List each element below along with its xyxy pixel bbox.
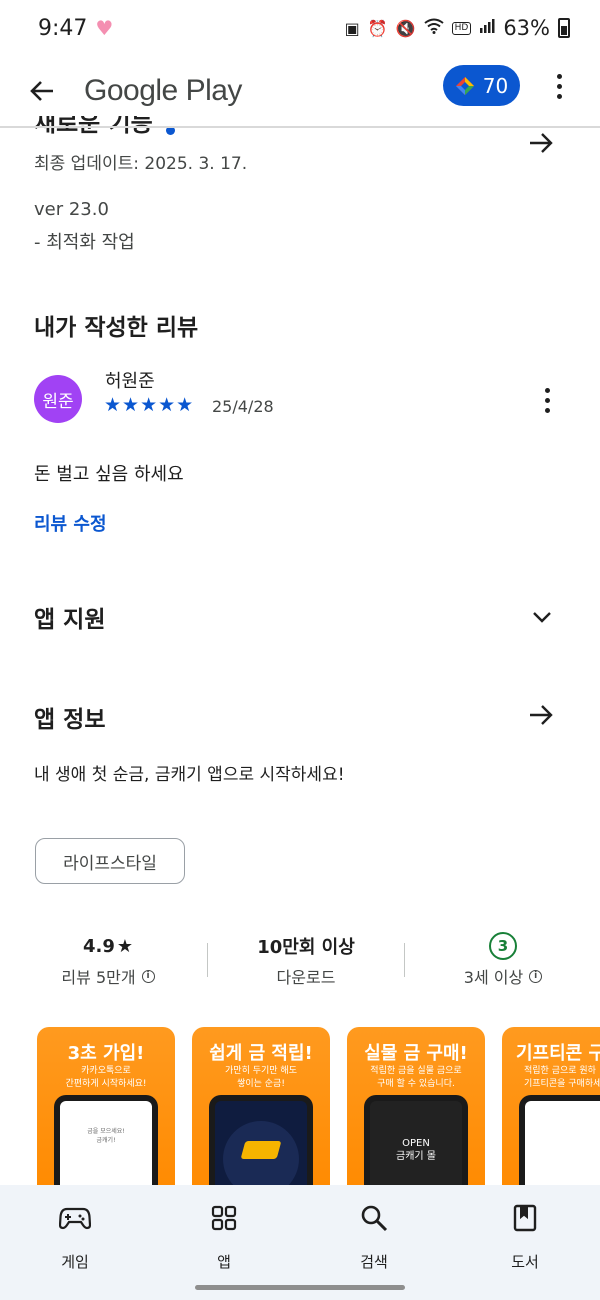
- phone-mockup: [209, 1095, 313, 1197]
- edit-review-link[interactable]: 리뷰 수정: [34, 510, 107, 536]
- phone-mockup: OPEN 금캐기 몰: [364, 1095, 468, 1197]
- screenshot-title: 3초 가입!: [67, 1043, 145, 1064]
- screenshot-title: 기프티콘 구: [516, 1043, 600, 1064]
- app-description: 내 생애 첫 순금, 금캐기 앱으로 시작하세요!: [34, 765, 345, 785]
- last-updated-text: 최종 업데이트: 2025. 3. 17.: [34, 154, 248, 174]
- apps-grid-icon: [211, 1205, 237, 1231]
- status-time: 9:47: [38, 15, 88, 41]
- star-icon: ★: [116, 935, 134, 957]
- rating-stat: 4.9 ★ 리뷰 5만개 i: [23, 930, 193, 988]
- update-note-text: - 최적화 작업: [34, 232, 135, 253]
- app-bar-divider: [0, 126, 600, 128]
- screenshot-title: 실물 금 구매!: [364, 1043, 468, 1064]
- reviewer-name: 허원준: [105, 371, 155, 392]
- app-info-arrow-icon[interactable]: [526, 700, 556, 730]
- nav-label: 게임: [61, 1253, 89, 1271]
- nav-item-games[interactable]: 게임: [35, 1201, 115, 1272]
- nav-item-apps[interactable]: 앱: [184, 1201, 264, 1272]
- phone-screen-text: 금을 모으세요! 금캐기!: [87, 1128, 125, 1144]
- more-options-button[interactable]: [544, 66, 574, 106]
- app-title: Google Play: [84, 74, 242, 107]
- phone-mockup: 금을 모으세요! 금캐기!: [54, 1095, 158, 1197]
- avatar: 원준: [34, 375, 82, 423]
- age-rating-badge: 3: [489, 932, 517, 960]
- category-chip[interactable]: 라이프스타일: [35, 838, 185, 884]
- phone-mockup: [519, 1095, 600, 1197]
- bottom-navigation: 게임 앱 검색 도서: [0, 1185, 600, 1300]
- screenshot-2[interactable]: 쉽게 금 적립! 가만히 두기만 해도 쌓이는 순금!: [192, 1027, 330, 1197]
- screenshot-4[interactable]: 기프티콘 구 적립한 금으로 원하 기프티콘을 구매하세: [502, 1027, 600, 1197]
- review-text: 돈 벌고 싶음 하세요: [34, 464, 184, 485]
- wifi-icon: [423, 18, 444, 38]
- screenshot-subtitle: 가만히 두기만 해도 쌓이는 순금!: [225, 1066, 297, 1089]
- downloads-value: 10만회 이상: [257, 937, 355, 958]
- nav-label: 앱: [217, 1253, 231, 1271]
- info-icon[interactable]: i: [141, 969, 155, 983]
- home-indicator[interactable]: [195, 1285, 405, 1290]
- more-vert-icon: [544, 387, 550, 393]
- back-arrow-icon: [30, 81, 53, 101]
- screenshot-title: 쉽게 금 적립!: [209, 1043, 313, 1064]
- whats-new-title: 새로운 기능: [34, 116, 153, 137]
- screenshot-subtitle: 카카오톡으로 간편하게 시작하세요!: [65, 1066, 147, 1089]
- play-points-chip[interactable]: 70: [443, 65, 520, 106]
- review-date: 25/4/28: [212, 397, 274, 416]
- book-icon: [513, 1204, 537, 1232]
- play-points-icon: [455, 76, 474, 95]
- whats-new-arrow-icon[interactable]: [526, 128, 556, 158]
- phone-screen-text: OPEN 금캐기 몰: [396, 1138, 436, 1162]
- points-value: 70: [482, 73, 509, 98]
- star-rating: ★★★★★: [104, 394, 195, 416]
- age-rating-stat: 3 3세 이상 i: [418, 930, 588, 988]
- stat-divider: [207, 943, 208, 977]
- app-info-heading[interactable]: 앱 정보: [34, 700, 106, 734]
- status-bar: 9:47 ♥ ▣ ⏰ 🔇 HD 63%: [0, 0, 600, 56]
- downloads-label: 다운로드: [276, 968, 336, 987]
- battery-icon: [558, 18, 570, 38]
- back-button[interactable]: [22, 71, 62, 111]
- info-icon[interactable]: i: [529, 969, 543, 983]
- heart-icon: ♥: [95, 16, 114, 40]
- mute-icon: 🔇: [395, 18, 416, 38]
- age-rating-label: 3세 이상: [463, 968, 524, 987]
- review-count: 리뷰 5만개: [61, 968, 136, 987]
- alarm-icon: ⏰: [367, 18, 388, 38]
- search-icon: [361, 1205, 388, 1232]
- downloads-stat: 10만회 이상 다운로드: [221, 930, 391, 988]
- stat-divider: [404, 943, 405, 977]
- nav-item-search[interactable]: 검색: [334, 1201, 414, 1272]
- more-vert-icon: [556, 73, 562, 79]
- version-text: ver 23.0: [34, 199, 109, 220]
- my-review-heading: 내가 작성한 리뷰: [34, 315, 199, 341]
- rating-value: 4.9: [82, 935, 115, 957]
- gamepad-icon: [59, 1207, 91, 1230]
- gold-bar-graphic: [240, 1141, 282, 1159]
- nav-label: 도서: [511, 1253, 539, 1271]
- screenshot-1[interactable]: 3초 가입! 카카오톡으로 간편하게 시작하세요! 금을 모으세요! 금캐기!: [37, 1027, 175, 1197]
- review-more-button[interactable]: [535, 384, 559, 416]
- screenshot-3[interactable]: 실물 금 구매! 적립한 금을 실물 금으로 구매 할 수 있습니다. OPEN…: [347, 1027, 485, 1197]
- nav-label: 검색: [360, 1253, 388, 1271]
- nav-item-books[interactable]: 도서: [485, 1201, 565, 1272]
- signal-icon: [479, 18, 495, 38]
- notification-icon: ▣: [344, 18, 360, 38]
- hd-voice-icon: HD: [451, 21, 472, 35]
- status-icons: ▣ ⏰ 🔇 HD 63%: [345, 16, 570, 40]
- battery-percent: 63%: [503, 16, 550, 40]
- screenshot-subtitle: 적립한 금을 실물 금으로 구매 할 수 있습니다.: [370, 1066, 462, 1089]
- chevron-down-icon[interactable]: [528, 603, 556, 631]
- app-support-heading[interactable]: 앱 지원: [34, 600, 106, 634]
- screenshot-subtitle: 적립한 금으로 원하 기프티콘을 구매하세: [524, 1066, 600, 1089]
